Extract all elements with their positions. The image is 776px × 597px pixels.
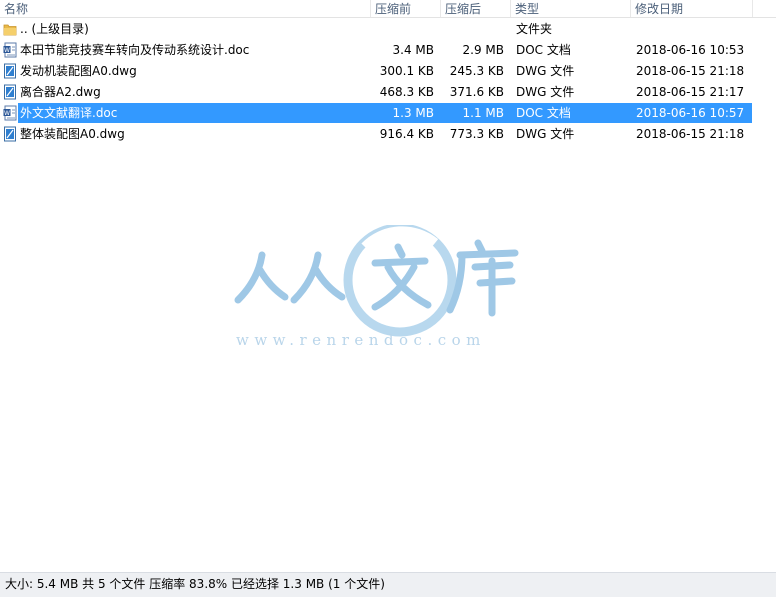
file-modified: 2018-06-15 21:18	[636, 127, 745, 141]
file-type: DOC 文档	[516, 106, 571, 120]
column-name-header[interactable]: 名称	[4, 1, 28, 17]
file-name: .. (上级目录)	[20, 22, 89, 36]
column-divider[interactable]	[630, 0, 631, 17]
list-item[interactable]: W 本田节能竞技赛车转向及传动系统设计.doc 3.4 MB 2.9 MB DO…	[0, 40, 752, 60]
dwg-file-icon	[4, 84, 16, 100]
file-name: 发动机装配图A0.dwg	[20, 64, 137, 78]
file-size: 1.3 MB	[392, 106, 434, 120]
column-compressed-header[interactable]: 压缩后	[445, 1, 481, 17]
file-type: DWG 文件	[516, 85, 575, 99]
file-name: 本田节能竞技赛车转向及传动系统设计.doc	[20, 43, 250, 57]
file-type: DWG 文件	[516, 64, 575, 78]
file-size: 3.4 MB	[392, 43, 434, 57]
file-type: DOC 文档	[516, 43, 571, 57]
doc-file-icon: W	[3, 105, 17, 121]
file-name: 整体装配图A0.dwg	[20, 127, 125, 141]
svg-text:W: W	[4, 47, 10, 54]
list-item-parent-dir[interactable]: .. (上级目录) 文件夹	[0, 19, 752, 39]
column-size-header[interactable]: 压缩前	[375, 1, 411, 17]
file-size: 300.1 KB	[379, 64, 434, 78]
list-item[interactable]: 离合器A2.dwg 468.3 KB 371.6 KB DWG 文件 2018-…	[0, 82, 752, 102]
column-divider[interactable]	[752, 0, 753, 17]
file-size: 916.4 KB	[379, 127, 434, 141]
column-divider[interactable]	[510, 0, 511, 17]
column-divider[interactable]	[440, 0, 441, 17]
column-header: 名称 压缩前 压缩后 类型 修改日期	[0, 0, 776, 18]
file-compressed-size: 773.3 KB	[449, 127, 504, 141]
file-modified: 2018-06-16 10:53	[636, 43, 745, 57]
file-compressed-size: 245.3 KB	[449, 64, 504, 78]
file-modified: 2018-06-15 21:17	[636, 85, 745, 99]
list-item[interactable]: 发动机装配图A0.dwg 300.1 KB 245.3 KB DWG 文件 20…	[0, 61, 752, 81]
list-item-selected[interactable]: 外文文献翻译.doc 1.3 MB 1.1 MB DOC 文档 2018-06-…	[18, 103, 752, 123]
dwg-file-icon	[4, 63, 16, 79]
file-compressed-size: 2.9 MB	[462, 43, 504, 57]
file-name: 离合器A2.dwg	[20, 85, 101, 99]
column-type-header[interactable]: 类型	[515, 1, 539, 17]
file-type: 文件夹	[516, 22, 553, 36]
file-modified: 2018-06-16 10:57	[636, 106, 745, 120]
file-type: DWG 文件	[516, 127, 575, 141]
file-compressed-size: 1.1 MB	[462, 106, 504, 120]
file-compressed-size: 371.6 KB	[449, 85, 504, 99]
watermark-url: www.renrendoc.com	[236, 331, 486, 349]
list-item[interactable]: 整体装配图A0.dwg 916.4 KB 773.3 KB DWG 文件 201…	[0, 124, 752, 144]
svg-text:W: W	[4, 110, 10, 117]
file-name: 外文文献翻译.doc	[20, 106, 118, 120]
file-size: 468.3 KB	[379, 85, 434, 99]
dwg-file-icon	[4, 126, 16, 142]
doc-file-icon: W	[3, 42, 17, 58]
status-bar: 大小: 5.4 MB 共 5 个文件 压缩率 83.8% 已经选择 1.3 MB…	[0, 572, 776, 597]
column-divider[interactable]	[370, 0, 371, 17]
folder-icon	[3, 24, 17, 36]
column-modified-header[interactable]: 修改日期	[635, 1, 683, 17]
file-modified: 2018-06-15 21:18	[636, 64, 745, 78]
status-text: 大小: 5.4 MB 共 5 个文件 压缩率 83.8% 已经选择 1.3 MB…	[5, 577, 385, 591]
